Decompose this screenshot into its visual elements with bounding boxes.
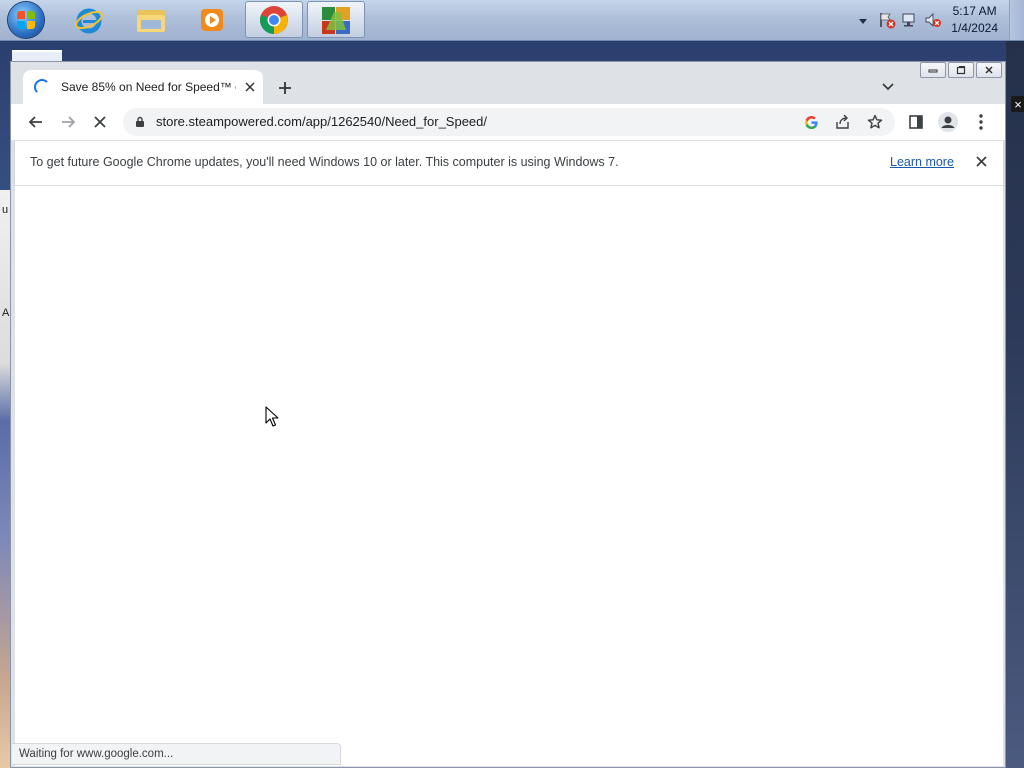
taskbar-internet-explorer[interactable] [60,1,118,38]
close-icon [985,66,993,74]
desktop-gadget-close-icon[interactable]: × [1011,96,1024,112]
chevron-down-icon [882,83,894,91]
volume-muted-icon[interactable] [924,11,942,32]
three-dots-vertical-icon [979,114,983,130]
restore-button[interactable] [948,62,974,78]
learn-more-link[interactable]: Learn more [890,155,954,169]
loading-spinner-icon [34,79,50,95]
tab-search-button[interactable] [878,77,898,97]
browser-tab[interactable]: Save 85% on Need for Speed™ o [23,70,263,104]
show-hidden-icons-icon[interactable] [858,15,868,29]
action-center-flag-icon[interactable] [878,11,896,32]
desktop-icon-label-fragment: A [2,307,10,319]
new-tab-button[interactable] [274,77,296,99]
clock-time: 5:17 AM [952,4,997,18]
update-infobar: To get future Google Chrome updates, you… [15,141,1003,186]
desktop-edge-right [1006,40,1024,768]
taskbar-avg-antivirus[interactable] [307,1,365,38]
side-panel-icon [909,115,923,129]
start-button[interactable] [8,2,44,38]
taskbar-windows-explorer[interactable] [122,1,180,38]
taskbar-media-player[interactable] [183,1,241,38]
star-icon [867,114,883,129]
side-panel-button[interactable] [904,110,928,134]
chrome-menu-button[interactable] [969,110,993,134]
stop-icon [94,116,106,128]
share-button[interactable] [834,113,852,131]
browser-toolbar: store.steampowered.com/app/1262540/Need_… [11,104,1005,140]
lock-icon[interactable] [135,116,145,128]
folder-icon [137,9,165,32]
page-content[interactable] [15,186,1003,766]
windows-logo-icon [17,11,35,29]
share-icon [836,114,849,129]
clock-date: 1/4/2024 [951,21,998,35]
close-window-button[interactable] [976,62,1002,78]
system-tray: 5:17 AM 1/4/2024 [834,0,1024,40]
minimize-icon [928,69,938,73]
plus-icon [279,82,291,94]
forward-button[interactable] [56,110,80,134]
profile-button[interactable] [936,110,960,134]
avg-icon [322,6,350,34]
restore-icon [956,66,966,75]
arrow-left-icon [28,116,42,128]
google-g-icon [804,115,818,129]
media-player-icon [201,8,223,31]
back-button[interactable] [24,110,48,134]
network-icon[interactable] [901,11,919,32]
stop-loading-button[interactable] [88,110,112,134]
avatar-icon [938,112,958,132]
bookmark-button[interactable] [866,113,884,131]
status-text: Waiting for www.google.com... [19,748,174,760]
window-controls [920,62,1002,78]
tab-close-button[interactable] [242,79,258,95]
close-icon [245,82,255,92]
desktop-icon-label-fragment: u [2,204,9,216]
arrow-right-icon [62,116,76,128]
chrome-window: Save 85% on Need for Speed™ o store.stea… [10,61,1006,768]
close-icon [975,155,987,167]
show-desktop-button[interactable] [1009,0,1024,40]
tab-title: Save 85% on Need for Speed™ o [61,80,236,94]
address-url: store.steampowered.com/app/1262540/Need_… [156,114,487,129]
taskbar-google-chrome[interactable] [245,1,303,38]
taskbar: 5:17 AM 1/4/2024 [0,0,1024,41]
chrome-icon [260,5,288,34]
infobar-message: To get future Google Chrome updates, you… [30,155,619,169]
internet-explorer-icon [75,8,103,33]
minimize-button[interactable] [920,62,946,78]
status-bubble: Waiting for www.google.com... [12,743,341,765]
google-lens-button[interactable] [802,113,820,131]
address-bar[interactable]: store.steampowered.com/app/1262540/Need_… [123,108,895,136]
mouse-cursor-icon [265,406,279,427]
taskbar-clock[interactable]: 5:17 AM 1/4/2024 [951,3,998,37]
infobar-close-button[interactable] [973,153,989,169]
